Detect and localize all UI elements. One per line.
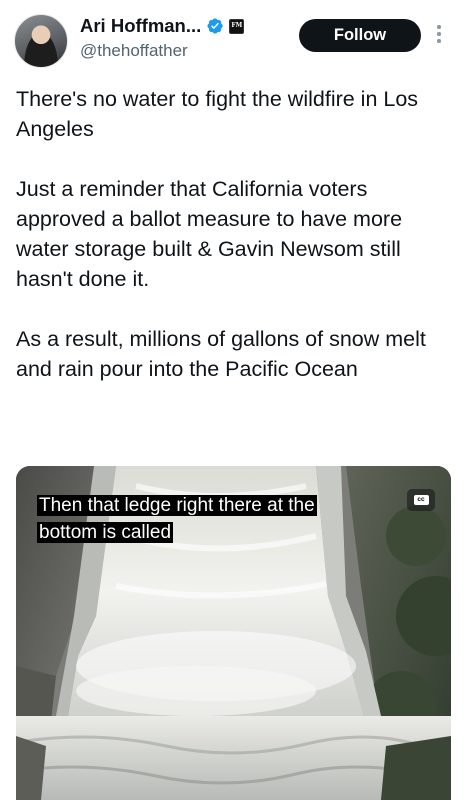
affiliate-badge[interactable]: FM (229, 18, 245, 34)
verified-badge-icon (207, 18, 223, 34)
tweet-header: Ari Hoffman... FM @thehoffather Follow (0, 0, 467, 70)
author-name-row: Ari Hoffman... FM (80, 14, 245, 38)
author-display-name[interactable]: Ari Hoffman... (80, 15, 201, 37)
video-caption: Then that ledge right there at the botto… (37, 492, 377, 546)
tweet-text: There's no water to fight the wildfire i… (16, 87, 426, 381)
cc-icon: cc (413, 495, 429, 505)
author-handle[interactable]: @thehoffather (80, 41, 188, 61)
more-options-icon[interactable] (434, 25, 444, 47)
avatar[interactable] (14, 14, 68, 68)
closed-captions-button[interactable]: cc (407, 489, 435, 511)
video-caption-text: Then that ledge right there at the botto… (37, 495, 317, 543)
follow-button[interactable]: Follow (299, 19, 421, 52)
